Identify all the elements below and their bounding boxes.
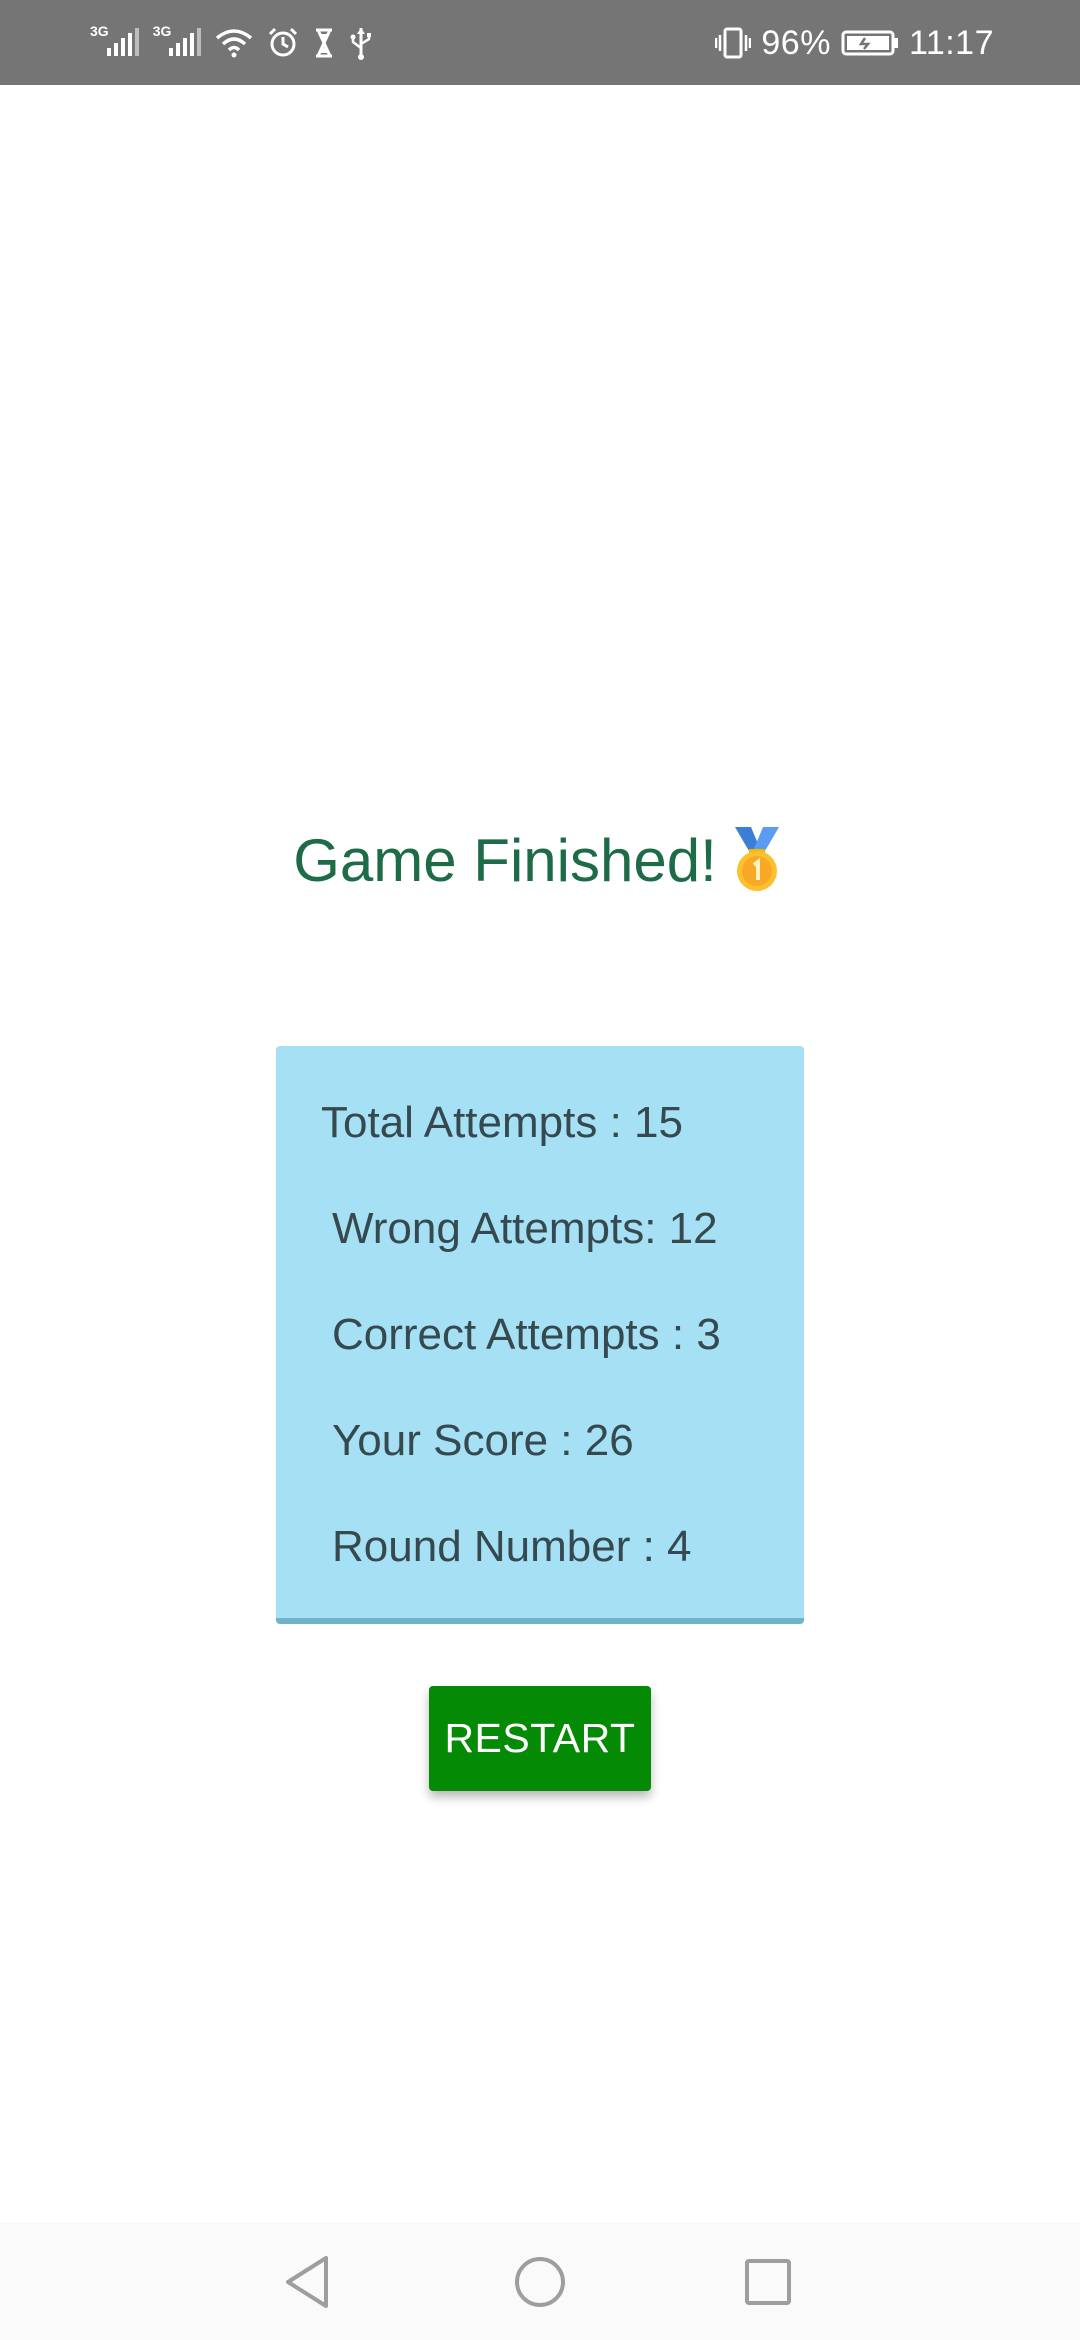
stats-card: Total Attempts : 15 Wrong Attempts: 12 C… <box>276 1046 804 1624</box>
signal-1-icon: 3G <box>90 23 139 58</box>
total-attempts: Total Attempts : 15 <box>321 1098 683 1147</box>
usb-icon <box>349 26 373 60</box>
restart-button[interactable]: RESTART <box>429 1686 651 1791</box>
status-left-icons: 3G 3G <box>90 18 373 68</box>
battery-icon <box>841 29 899 57</box>
status-bar: 3G 3G 96% 11:17 <box>0 0 1080 85</box>
navigation-bar <box>0 2222 1080 2340</box>
alarm-icon <box>267 27 299 59</box>
status-right-icons: 96% 11:17 <box>715 18 994 68</box>
battery-percent: 96% <box>761 23 831 62</box>
network-type-1: 3G <box>90 23 109 39</box>
clock-time: 11:17 <box>908 23 994 62</box>
correct-attempts: Correct Attempts : 3 <box>332 1310 721 1359</box>
recents-icon[interactable] <box>728 2242 808 2322</box>
back-icon[interactable] <box>268 2242 348 2322</box>
title-row: Game Finished! <box>0 820 1080 900</box>
network-type-2: 3G <box>152 23 172 39</box>
vibrate-icon <box>715 27 752 59</box>
your-score: Your Score : 26 <box>332 1416 634 1465</box>
page-title: Game Finished! <box>293 826 717 894</box>
game-finished-screen: 3G 3G 96% 11:17 Game Finished! Total Att… <box>0 0 1080 2340</box>
wifi-icon <box>215 28 253 58</box>
wrong-attempts: Wrong Attempts: 12 <box>332 1204 718 1253</box>
signal-2-icon: 3G <box>153 23 202 58</box>
hourglass-icon <box>313 28 335 58</box>
home-icon[interactable] <box>500 2242 580 2322</box>
medal-icon <box>727 825 787 895</box>
round-number: Round Number : 4 <box>332 1522 692 1571</box>
